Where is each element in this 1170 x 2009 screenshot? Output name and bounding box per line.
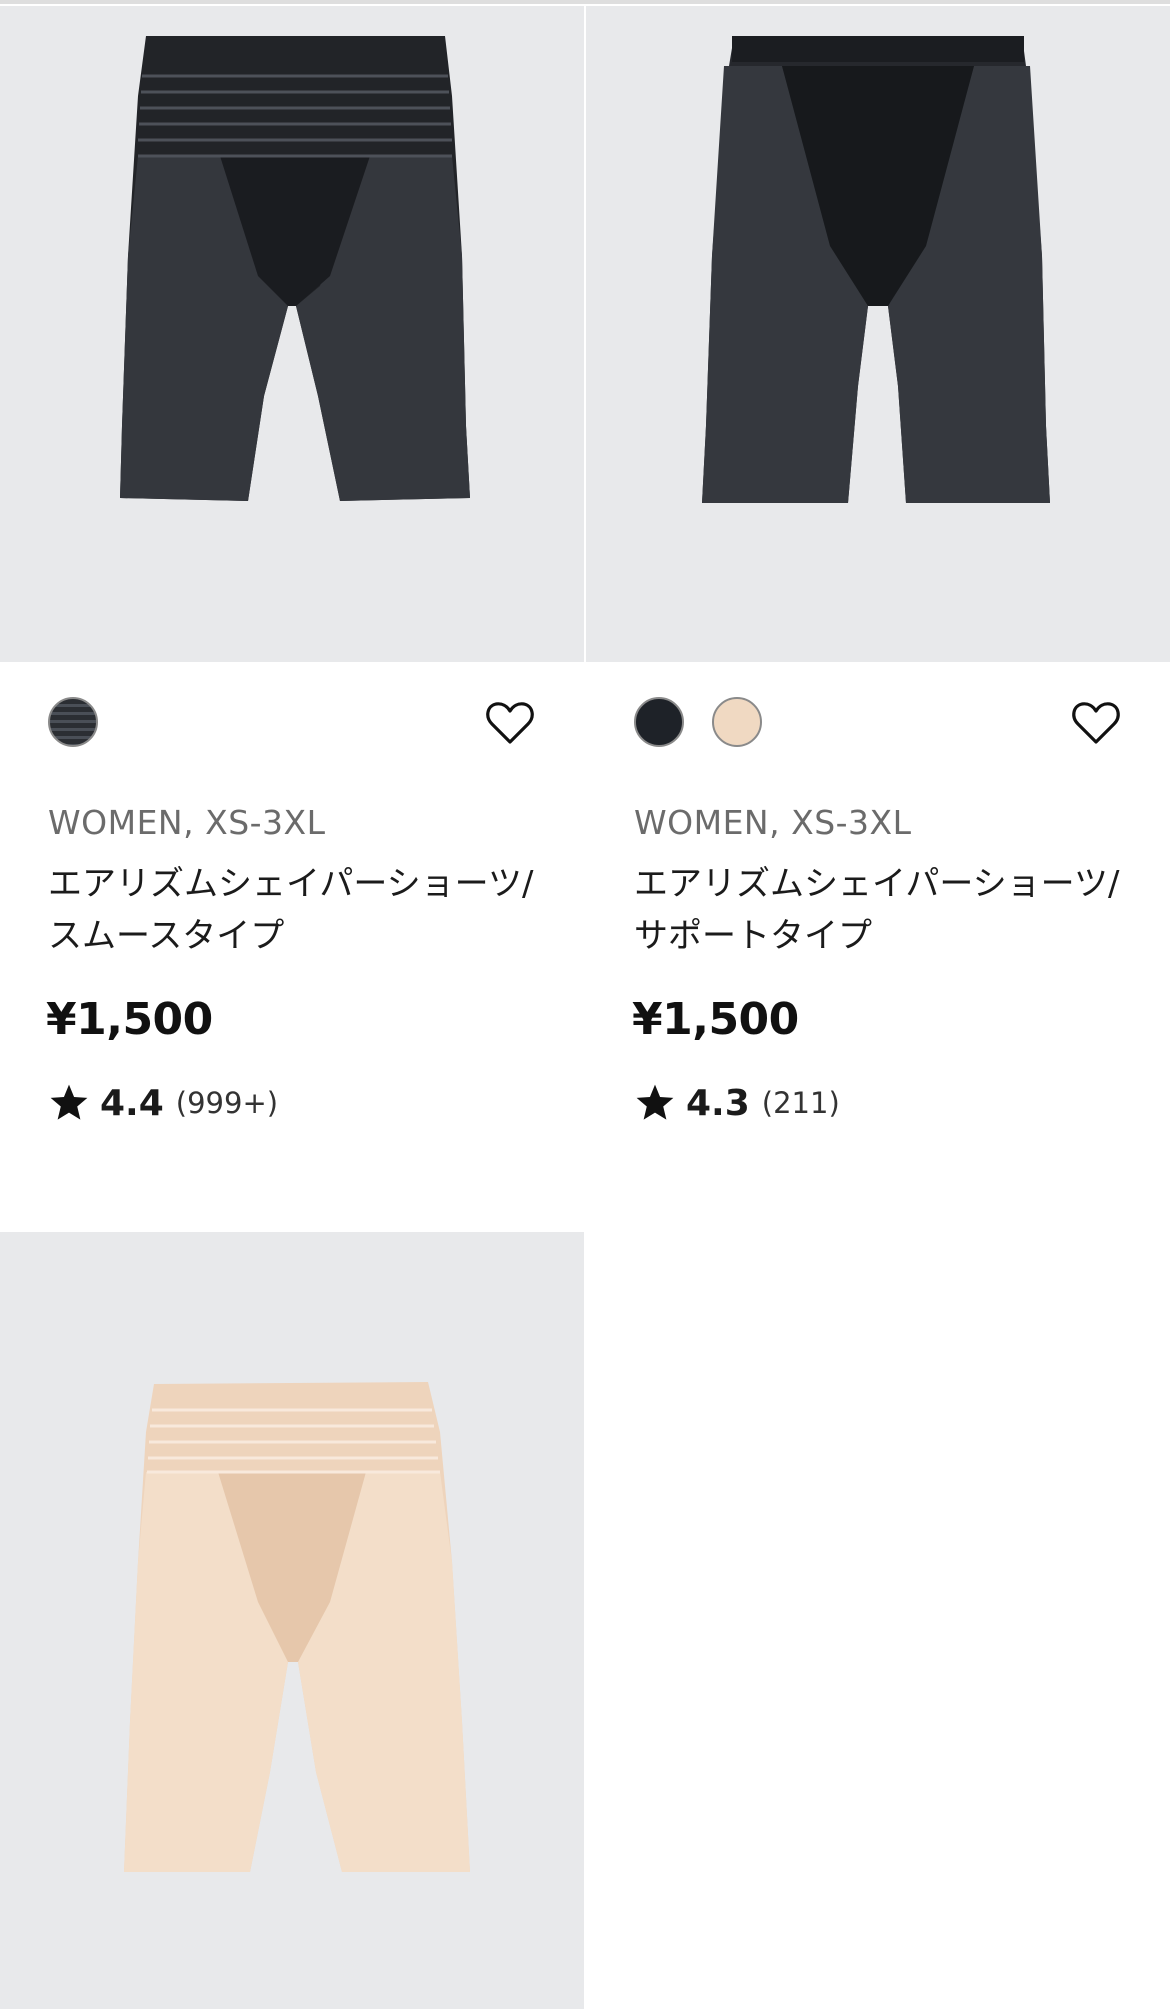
product-image[interactable] [0, 6, 584, 662]
product-rating: 4.3 (211) [634, 1078, 840, 1128]
product-image[interactable] [0, 1232, 584, 2009]
shorts-beige-illustration [124, 1382, 470, 1872]
product-category: WOMEN, XS-3XL [48, 803, 326, 842]
shorts-black-smooth-illustration [120, 36, 470, 501]
product-image[interactable] [586, 6, 1170, 662]
color-swatch-beige[interactable] [712, 697, 762, 747]
star-filled-icon [636, 1084, 674, 1120]
product-name[interactable]: エアリズムシェイパーショーツ/サポートタイプ [634, 858, 1134, 962]
color-swatches [48, 697, 538, 753]
review-count[interactable]: (211) [762, 1086, 840, 1120]
product-price: ¥1,500 [632, 994, 799, 1045]
top-divider [0, 0, 1170, 4]
product-rating: 4.4 (999+) [48, 1078, 278, 1128]
product-category: WOMEN, XS-3XL [634, 803, 912, 842]
heart-outline-icon [486, 702, 534, 744]
product-name[interactable]: エアリズムシェイパーショーツ/スムースタイプ [48, 858, 548, 962]
favorite-button[interactable] [1068, 695, 1124, 751]
product-price: ¥1,500 [46, 994, 213, 1045]
color-swatch-striped-black[interactable] [48, 697, 98, 747]
heart-outline-icon [1072, 702, 1120, 744]
product-card[interactable] [0, 1232, 584, 2009]
favorite-button[interactable] [482, 695, 538, 751]
product-card[interactable]: WOMEN, XS-3XL エアリズムシェイパーショーツ/サポートタイプ ¥1,… [586, 6, 1170, 1124]
color-swatches [634, 697, 1124, 753]
shorts-black-support-illustration [702, 36, 1050, 503]
rating-score: 4.4 [100, 1082, 164, 1124]
color-swatch-black[interactable] [634, 697, 684, 747]
review-count[interactable]: (999+) [176, 1086, 278, 1120]
rating-score: 4.3 [686, 1082, 750, 1124]
star-filled-icon [50, 1084, 88, 1120]
product-card[interactable]: WOMEN, XS-3XL エアリズムシェイパーショーツ/スムースタイプ ¥1,… [0, 6, 584, 1124]
